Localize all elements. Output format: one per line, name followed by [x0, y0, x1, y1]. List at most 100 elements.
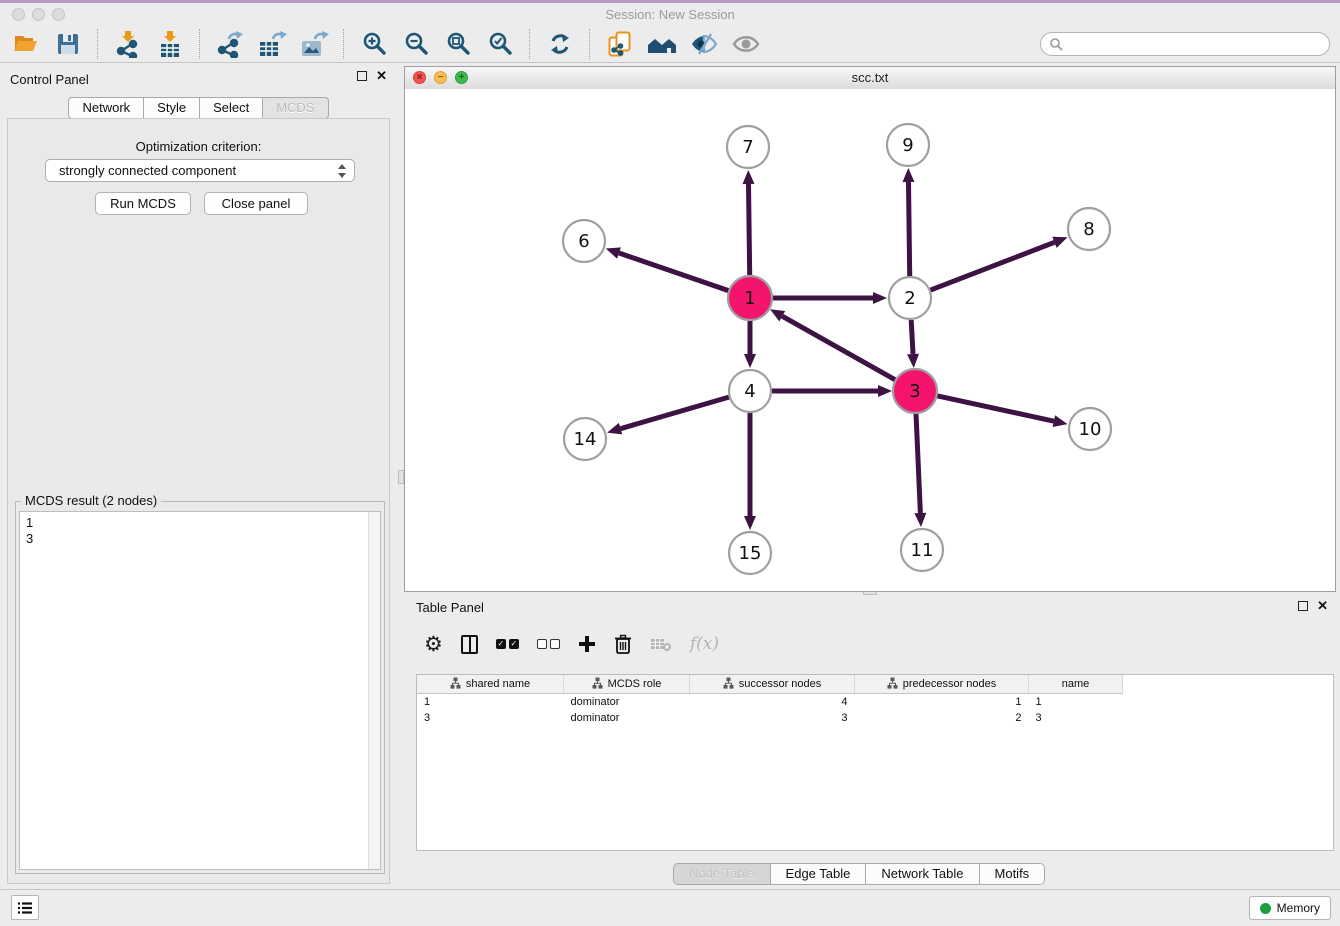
node-label: 1 — [744, 288, 755, 309]
mcds-result-fieldset: MCDS result (2 nodes) 13 — [15, 501, 385, 874]
home-icon[interactable] — [644, 29, 680, 59]
column-header-predecessor-nodes[interactable]: predecessor nodes — [855, 675, 1029, 694]
node-label: 11 — [911, 540, 934, 561]
hide-eye-icon[interactable] — [686, 29, 722, 59]
tab-edge-table[interactable]: Edge Table — [771, 863, 867, 885]
tree-icon — [723, 677, 734, 692]
graph-edge[interactable] — [931, 242, 1055, 290]
tab-motifs[interactable]: Motifs — [980, 863, 1046, 885]
table-cell[interactable]: 3 — [417, 710, 564, 726]
toolbar-separator — [589, 29, 591, 59]
save-session-icon[interactable] — [50, 29, 86, 59]
table-cell[interactable]: dominator — [564, 694, 690, 711]
close-table-panel-icon[interactable] — [1317, 600, 1328, 612]
node-label: 3 — [909, 381, 920, 402]
column-header-successor-nodes[interactable]: successor nodes — [690, 675, 855, 694]
trash-icon[interactable] — [614, 634, 632, 654]
window-title: Session: New Session — [0, 7, 1340, 22]
search-input[interactable] — [1069, 36, 1321, 52]
mcds-result-area[interactable]: 13 — [19, 511, 381, 870]
run-mcds-button[interactable]: Run MCDS — [95, 192, 191, 215]
table-tabs: Node TableEdge TableNetwork TableMotifs — [673, 863, 1045, 885]
tree-icon — [450, 677, 461, 692]
table-cell[interactable]: 4 — [690, 694, 855, 711]
add-icon[interactable] — [578, 635, 596, 653]
table-row[interactable]: 1dominator411 — [417, 694, 1123, 711]
column-header-name[interactable]: name — [1029, 675, 1123, 694]
node-table[interactable]: shared nameMCDS rolesuccessor nodesprede… — [416, 674, 1334, 851]
zoom-fit-icon[interactable] — [440, 29, 476, 59]
open-session-icon[interactable] — [8, 29, 44, 59]
graph-edge[interactable] — [748, 184, 749, 276]
node-label: 15 — [739, 543, 762, 564]
table-cell[interactable]: 1 — [1029, 694, 1123, 711]
table-panel: Table Panel ⚙ f(x) shared nameMCDS roles… — [404, 596, 1340, 890]
search-box[interactable] — [1040, 32, 1330, 56]
graph-edge[interactable] — [619, 253, 729, 291]
table-cell[interactable]: 2 — [855, 710, 1029, 726]
table-cell[interactable]: 1 — [417, 694, 564, 711]
edge-arrowhead — [744, 354, 756, 368]
tab-style[interactable]: Style — [144, 97, 200, 119]
list-icon — [17, 901, 33, 915]
table-row[interactable]: 3dominator323 — [417, 710, 1123, 726]
node-label: 4 — [744, 381, 755, 402]
edge-arrowhead — [873, 292, 887, 304]
graph-edge[interactable] — [911, 320, 913, 354]
select-all-icon[interactable] — [496, 639, 519, 649]
zoom-out-icon[interactable] — [398, 29, 434, 59]
tab-mcds[interactable]: MCDS — [263, 97, 328, 119]
export-image-icon[interactable] — [296, 29, 332, 59]
graph-edge[interactable] — [908, 182, 909, 276]
network-canvas[interactable]: 1234678910111415 — [405, 89, 1335, 591]
control-panel-title: Control Panel — [10, 72, 89, 87]
float-table-panel-icon[interactable] — [1298, 601, 1308, 611]
column-header-mcds-role[interactable]: MCDS role — [564, 675, 690, 694]
export-network-icon[interactable] — [212, 29, 248, 59]
graph-edge[interactable] — [916, 413, 920, 513]
table-cell[interactable]: 3 — [1029, 710, 1123, 726]
tab-node-table[interactable]: Node Table — [673, 863, 771, 885]
edge-arrowhead — [1052, 237, 1067, 248]
status-bar: Memory — [0, 889, 1340, 926]
close-panel-icon[interactable] — [376, 70, 387, 82]
gear-icon[interactable]: ⚙ — [424, 634, 443, 655]
optimization-dropdown[interactable]: strongly connected component — [45, 159, 355, 182]
toolbar-separator — [343, 29, 345, 59]
deselect-all-icon[interactable] — [537, 639, 560, 649]
table-cell[interactable]: 1 — [855, 694, 1029, 711]
zoom-selected-icon[interactable] — [482, 29, 518, 59]
node-label: 9 — [902, 135, 913, 156]
memory-status-icon — [1260, 903, 1271, 914]
graph-edge[interactable] — [621, 397, 729, 429]
mcds-app-icon[interactable] — [602, 29, 638, 59]
tab-network[interactable]: Network — [68, 97, 144, 119]
result-scrollbar[interactable] — [368, 512, 380, 869]
task-history-button[interactable] — [11, 895, 39, 920]
import-network-icon[interactable] — [110, 29, 146, 59]
zoom-in-icon[interactable] — [356, 29, 392, 59]
table-cell[interactable]: dominator — [564, 710, 690, 726]
memory-button[interactable]: Memory — [1249, 896, 1331, 920]
mcds-panel: Optimization criterion: strongly connect… — [7, 118, 390, 884]
refresh-icon[interactable] — [542, 29, 578, 59]
graph-edge[interactable] — [936, 396, 1053, 421]
network-graph: 1234678910111415 — [405, 89, 1335, 591]
close-panel-button[interactable]: Close panel — [204, 192, 308, 215]
network-window-titlebar[interactable]: scc.txt — [405, 67, 1335, 90]
tree-icon — [887, 677, 898, 692]
eye-icon[interactable] — [728, 29, 764, 59]
columns-icon[interactable] — [461, 635, 478, 654]
graph-edge[interactable] — [782, 316, 896, 380]
export-table-icon[interactable] — [254, 29, 290, 59]
tab-select[interactable]: Select — [200, 97, 263, 119]
float-panel-icon[interactable] — [357, 71, 367, 81]
column-header-shared-name[interactable]: shared name — [417, 675, 564, 694]
tree-icon — [592, 677, 603, 692]
application-window: Session: New Session — [0, 0, 1340, 926]
table-cell[interactable]: 3 — [690, 710, 855, 726]
edge-arrowhead — [607, 423, 622, 435]
result-line: 3 — [26, 531, 374, 547]
import-table-icon[interactable] — [152, 29, 188, 59]
tab-network-table[interactable]: Network Table — [866, 863, 979, 885]
